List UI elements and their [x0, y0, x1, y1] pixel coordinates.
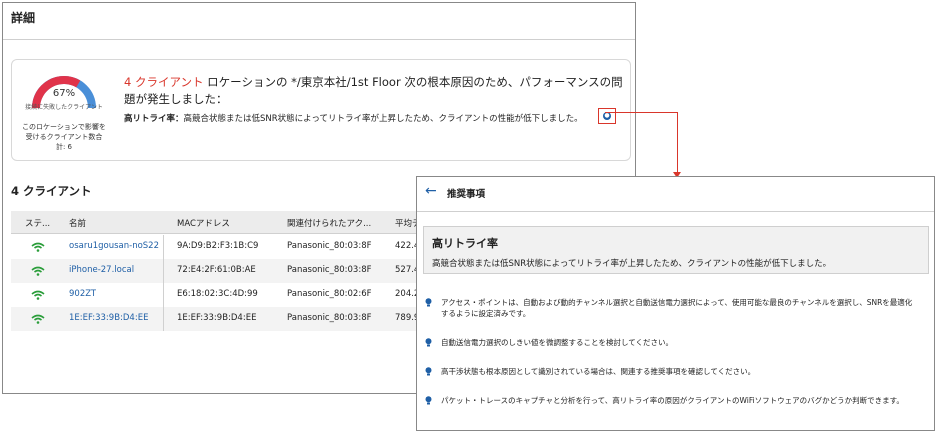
client-name-link[interactable]: iPhone-27.local — [69, 265, 134, 275]
callout-connector — [605, 112, 678, 113]
affected-client-count: 4 クライアント — [124, 75, 204, 89]
wifi-icon — [31, 242, 45, 252]
client-name-link[interactable]: 1E:EF:33:9B:D4:EE — [69, 313, 148, 323]
recommendation-item: アクセス・ポイントは、自動および動的チャンネル選択と自動送信電力選択によって、使… — [425, 297, 915, 319]
table-header: ステ... 名前 MACアドレス 関連付けられたアク... 平均デ — [11, 211, 431, 234]
column-header-mac[interactable]: MACアドレス — [177, 217, 230, 229]
recommendation-text: パケット・トレースのキャプチャと分析を行って、高リトライ率の原因がクライアントの… — [441, 396, 904, 405]
column-header-ap[interactable]: 関連付けられたアク... — [287, 217, 371, 229]
table-row[interactable]: 1E:EF:33:9B:D4:EE 1E:EF:33:9B:D4:EE Pana… — [11, 307, 431, 331]
recommendations-panel: ← 推奨事項 高リトライ率 高競合状態または低SNR状態によってリトライ率が上昇… — [416, 176, 935, 431]
lightbulb-icon — [425, 338, 432, 347]
location-note-line: 計: 6 — [55, 143, 73, 151]
column-divider — [163, 307, 164, 331]
lightbulb-icon — [425, 298, 432, 307]
back-arrow-icon[interactable]: ← — [425, 183, 437, 199]
client-mac: E6:18:02:3C:4D:99 — [177, 289, 258, 299]
clients-section-title: 4 クライアント — [11, 184, 92, 198]
location-note-line: 受けるクライアント数合 — [25, 133, 103, 141]
detail-text: 高競合状態または低SNR状態によってリトライ率が上昇したため、クライアントの性能… — [183, 114, 583, 124]
root-cause-detail: 高リトライ率：高競合状態または低SNR状態によってリトライ率が上昇したため、クラ… — [124, 112, 583, 124]
column-header-name[interactable]: 名前 — [69, 217, 86, 229]
wifi-icon — [31, 290, 45, 300]
recommendation-item: パケット・トレースのキャプチャと分析を行って、高リトライ率の原因がクライアントの… — [425, 395, 915, 406]
client-name-link[interactable]: osaru1gousan-noS22 — [69, 241, 159, 251]
wifi-icon — [31, 314, 45, 324]
client-mac: 9A:D9:B2:F3:1B:C9 — [177, 241, 259, 251]
client-ap: Panasonic_80:02:6F — [287, 289, 372, 299]
panel-title: 詳細 — [11, 11, 36, 25]
column-divider — [163, 259, 164, 283]
gauge-percent: 67% — [52, 88, 76, 99]
recommendation-item: 高干渉状態も根本原因として識別されている場合は、関連する推奨事項を確認してくださ… — [425, 366, 915, 377]
recommendation-text: 自動送信電力選択のしきい値を微調整することを検討してください。 — [441, 338, 674, 347]
client-ap: Panasonic_80:03:8F — [287, 241, 372, 251]
table-row[interactable]: 902ZT E6:18:02:3C:4D:99 Panasonic_80:02:… — [11, 283, 431, 307]
gauge-caption: 接続に失敗したクライアント — [25, 104, 103, 111]
lightbulb-icon — [425, 367, 432, 376]
client-ap: Panasonic_80:03:8F — [287, 265, 372, 275]
divider — [3, 39, 635, 40]
location-note-line: このロケーションで影響を — [22, 123, 106, 131]
root-cause-summary-card: 67% 接続に失敗したクライアント このロケーションで影響を 受けるクライアント… — [11, 59, 631, 161]
divider — [417, 211, 934, 212]
recommendation-item: 自動送信電力選択のしきい値を微調整することを検討してください。 — [425, 337, 915, 348]
client-ap: Panasonic_80:03:8F — [287, 313, 372, 323]
client-name-link[interactable]: 902ZT — [69, 289, 96, 299]
root-cause-description: 高競合状態または低SNR状態によってリトライ率が上昇したため、クライアントの性能… — [432, 259, 832, 269]
detail-label: 高リトライ率： — [124, 114, 184, 124]
column-divider — [163, 235, 164, 259]
root-cause-headline: 4 クライアント ロケーションの */東京本社/1st Floor 次の根本原因… — [124, 74, 629, 108]
client-mac: 1E:EF:33:9B:D4:EE — [177, 313, 257, 323]
table-row[interactable]: osaru1gousan-noS22 9A:D9:B2:F3:1B:C9 Pan… — [11, 235, 431, 259]
root-cause-box: 高リトライ率 高競合状態または低SNR状態によってリトライ率が上昇したため、クラ… — [423, 226, 929, 274]
location-client-count: このロケーションで影響を 受けるクライアント数合 計: 6 — [14, 122, 114, 152]
column-divider — [163, 283, 164, 307]
lightbulb-icon — [425, 396, 432, 405]
client-mac: 72:E4:2F:61:0B:AE — [177, 265, 256, 275]
root-cause-heading: 高リトライ率 — [432, 237, 498, 250]
table-row[interactable]: iPhone-27.local 72:E4:2F:61:0B:AE Panaso… — [11, 259, 431, 283]
wifi-icon — [31, 266, 45, 276]
recommendation-text: 高干渉状態も根本原因として識別されている場合は、関連する推奨事項を確認してくださ… — [441, 367, 756, 376]
callout-connector — [677, 112, 678, 174]
column-header-status[interactable]: ステ... — [25, 217, 50, 229]
lightbulb-icon: ● — [603, 112, 611, 120]
recommendation-text: アクセス・ポイントは、自動および動的チャンネル選択と自動送信電力選択によって、使… — [441, 298, 913, 318]
recommendation-button[interactable]: ● — [598, 108, 616, 124]
recommendations-title: 推奨事項 — [447, 189, 486, 200]
